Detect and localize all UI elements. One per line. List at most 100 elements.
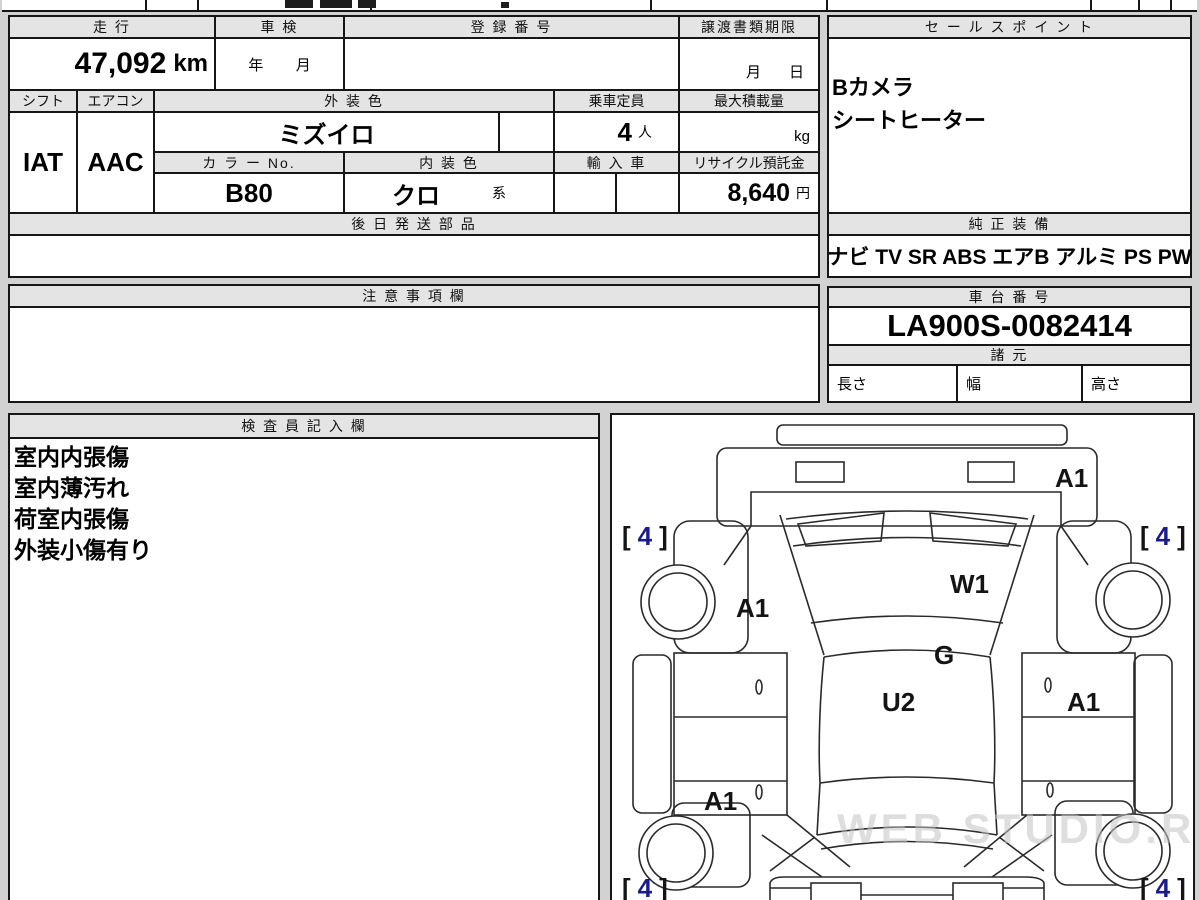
sales-points-header: セ ー ル ス ポ イ ン ト <box>827 15 1192 39</box>
sales-point-item: Bカメラ <box>832 75 914 100</box>
inspector-box: 検 査 員 記 入 欄 室内内張傷 室内薄汚れ 荷室内張傷 外装小傷有り <box>8 413 600 900</box>
truncated-text-remnant <box>358 0 376 8</box>
auction-sheet: 走 行 車 検 登 録 番 号 譲渡書類期限 47,092 km 年 月 月 日… <box>0 0 1200 900</box>
roof-bottom-arc <box>819 776 995 784</box>
capacity-value: 4 <box>617 116 632 147</box>
transfer-month-label: 月 <box>745 64 761 81</box>
roof-top-arc <box>823 649 991 658</box>
tire-grade-top-right: [4] <box>1140 521 1186 551</box>
max-load-unit: kg <box>794 128 810 145</box>
quarter-line-right <box>1060 525 1089 566</box>
inspection-cell: 年 月 <box>214 37 345 91</box>
exterior-color-header: 外 装 色 <box>153 89 555 113</box>
inspector-header: 検 査 員 記 入 欄 <box>10 415 598 439</box>
truncated-text-remnant <box>285 0 313 8</box>
inspector-note: 荷室内張傷 <box>14 506 129 532</box>
chassis-number-header: 車 台 番 号 <box>827 286 1192 308</box>
recycle-deposit-header: リサイクル預託金 <box>678 151 820 174</box>
hood-side-left <box>769 836 816 872</box>
capacity-unit: 人 <box>638 124 652 140</box>
inspection-year-label: 年 <box>248 56 264 74</box>
inspection-month-label: 月 <box>295 56 311 74</box>
sales-points-box: Bカメラ シートヒーター <box>827 37 1192 214</box>
truncated-cell-border <box>197 0 199 10</box>
rear-window-grade-label: W1 <box>950 569 989 599</box>
interior-color-cell: クロ 系 <box>343 172 555 214</box>
left-front-door-grade-label: A1 <box>704 786 737 816</box>
rear-light-right <box>967 461 1015 483</box>
right-sill-shape <box>1133 654 1173 814</box>
spec-length-label: 長さ <box>827 364 958 403</box>
truncated-cell-border <box>1138 0 1140 10</box>
a-pillar-left <box>816 782 821 836</box>
transfer-day-label: 日 <box>788 64 804 81</box>
roof-side-right <box>989 656 996 784</box>
exterior-color-value: ミズイロ <box>153 111 500 153</box>
truncated-cell-border <box>1090 0 1092 10</box>
mileage-unit: km <box>173 50 208 77</box>
notes-box <box>8 306 820 403</box>
roof-grade-label: U2 <box>882 687 915 717</box>
chassis-number-value: LA900S-0082414 <box>827 306 1192 346</box>
left-sill-shape <box>632 654 672 814</box>
mileage-cell: 47,092 km <box>8 37 216 91</box>
aircon-header: エアコン <box>76 89 155 113</box>
mileage-value: 47,092 <box>74 47 167 80</box>
spec-width-label: 幅 <box>956 364 1083 403</box>
tire-grade-top-left: [4] <box>622 521 668 551</box>
color-no-header: カ ラ ー No. <box>153 151 345 174</box>
specs-header: 諸 元 <box>827 344 1192 366</box>
interior-color-value: クロ <box>392 182 440 210</box>
rear-spoiler-shape <box>776 424 1068 446</box>
aircon-value: AAC <box>76 111 155 214</box>
rear-left-wheel <box>640 564 716 640</box>
inspector-note: 外装小傷有り <box>14 537 152 563</box>
shift-header: シフト <box>8 89 78 113</box>
tailgate-line <box>750 491 1062 526</box>
import-car-cell-1 <box>553 172 617 214</box>
rear-window-top-arc <box>785 510 1029 520</box>
truncated-top-row <box>2 0 1197 12</box>
rear-glass-edge-arc <box>810 615 1004 624</box>
truncated-text-remnant <box>320 0 352 8</box>
front-light-left <box>810 882 862 900</box>
roof-side-left <box>818 656 825 784</box>
rear-glass-grade-label: G <box>934 640 954 670</box>
registration-header: 登 録 番 号 <box>343 15 680 39</box>
right-front-door-handle <box>1046 782 1054 798</box>
inspector-note: 室内薄汚れ <box>14 475 129 501</box>
capacity-header: 乗車定員 <box>553 89 680 113</box>
import-car-cell-2 <box>615 172 680 214</box>
notes-header: 注 意 事 項 欄 <box>8 284 820 308</box>
equipment-value: ナビ TV SR ABS エアB アルミ PS PW <box>827 234 1192 278</box>
inspection-header: 車 検 <box>214 15 345 39</box>
recycle-deposit-value: 8,640 <box>727 178 790 207</box>
registration-value-cell <box>343 37 680 91</box>
watermark-text: WEB STUDIO.RU <box>837 805 1193 852</box>
sales-point-item: シートヒーター <box>832 108 987 133</box>
truncated-cell-border <box>826 0 828 10</box>
rear-bumper-grade-label: A1 <box>1055 463 1088 493</box>
rear-right-wheel <box>1095 562 1171 638</box>
recycle-deposit-unit: 円 <box>796 185 810 201</box>
color-no-value: B80 <box>153 172 345 214</box>
max-load-header: 最大積載量 <box>678 89 820 113</box>
car-top-view-diagram: WEB STUDIO.RU A1 A1 W1 G U2 A1 A1 [4] [4… <box>622 424 1200 900</box>
capacity-cell: 4 人 <box>553 111 680 153</box>
tire-grade-bottom-left: [4] <box>622 873 668 900</box>
front-light-right <box>952 882 1004 900</box>
left-front-door-handle <box>755 784 763 800</box>
left-rear-door-handle <box>755 679 763 695</box>
spec-height-label: 高さ <box>1081 364 1192 403</box>
truncated-cell-border <box>1170 0 1172 10</box>
tire-grade-bottom-right: [4] <box>1140 873 1186 900</box>
rear-bumper-shape <box>716 447 1098 527</box>
max-load-cell: kg <box>678 111 820 153</box>
right-door-grade-label: A1 <box>1067 687 1100 717</box>
shift-value: IAT <box>8 111 78 214</box>
left-rear-quarter-grade-label: A1 <box>736 593 769 623</box>
transfer-deadline-cell: 月 日 <box>678 37 820 91</box>
truncated-cell-border <box>145 0 147 10</box>
transfer-deadline-header: 譲渡書類期限 <box>678 15 820 39</box>
truncated-text-remnant <box>501 2 509 8</box>
